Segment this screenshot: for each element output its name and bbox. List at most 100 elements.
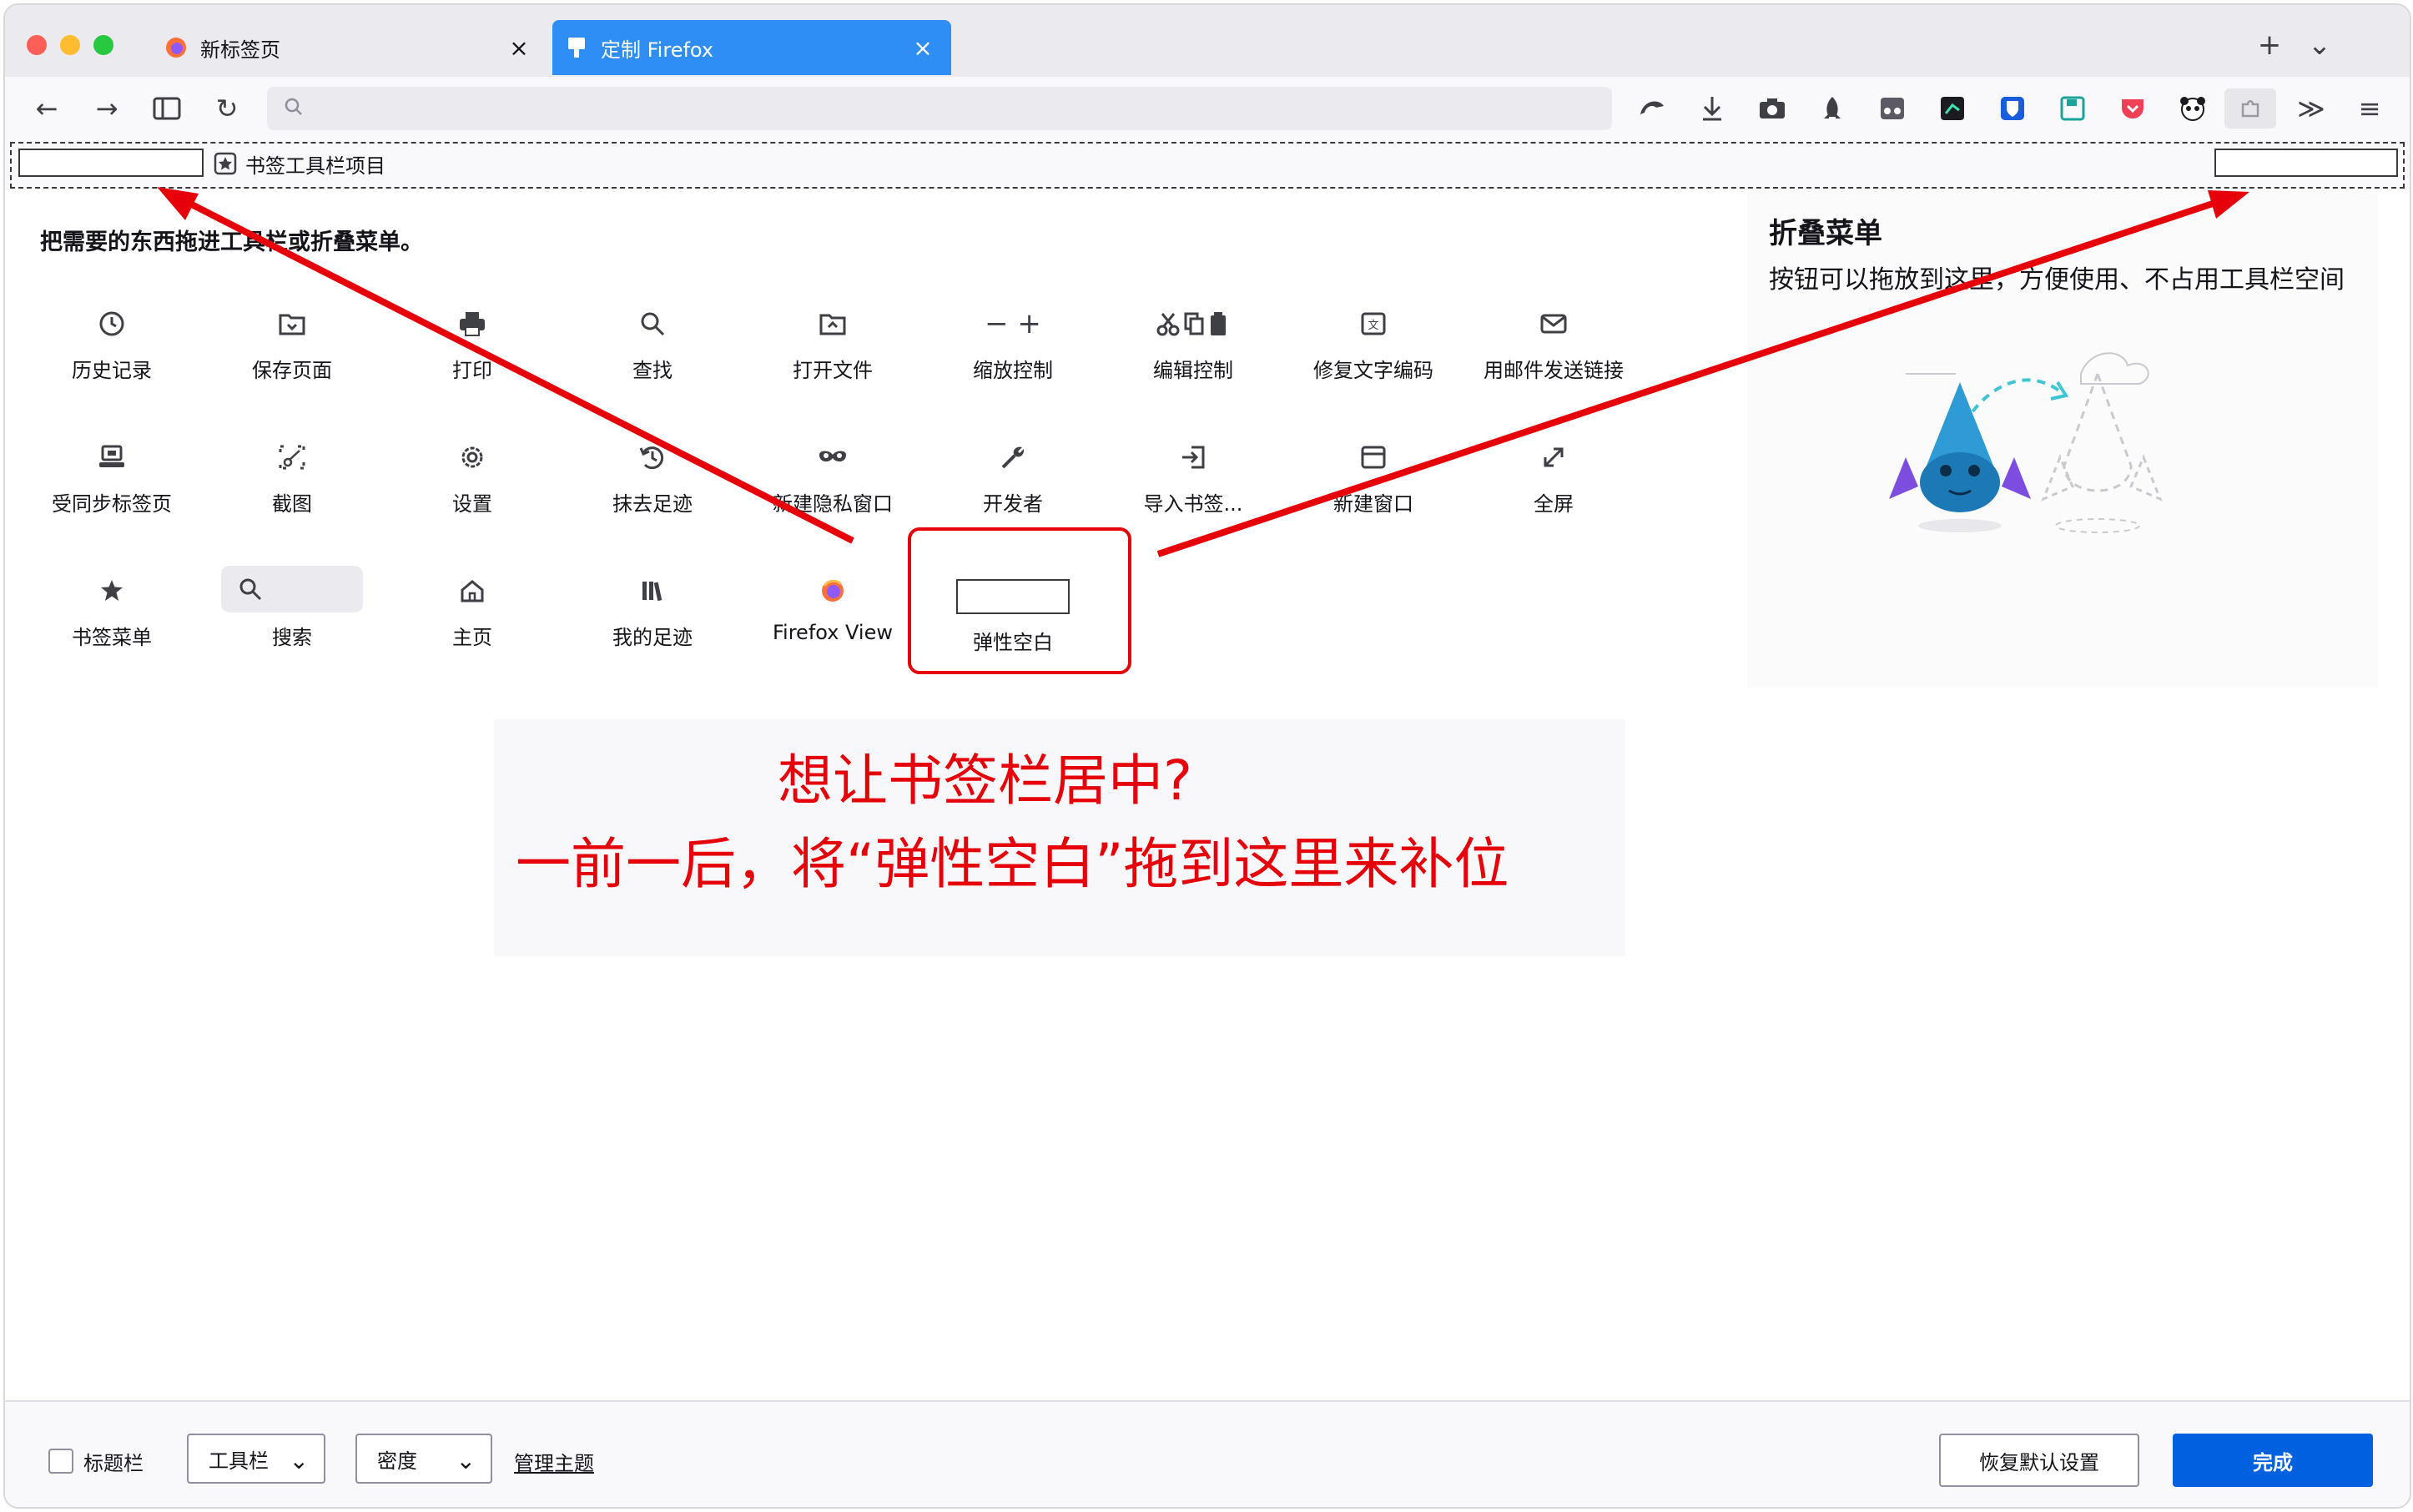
list-all-tabs-button[interactable]: ⌄ — [2303, 28, 2336, 62]
palette-item-label: 新建窗口 — [1333, 492, 1413, 516]
forward-button[interactable]: → — [87, 88, 127, 129]
palette-item-new-window[interactable]: 新建窗口 — [1290, 422, 1457, 522]
palette-item-label: 我的足迹 — [612, 626, 693, 649]
palette-item-print[interactable]: 打印 — [389, 289, 556, 389]
app-menu-button[interactable]: ≡ — [2350, 88, 2390, 129]
forget-icon — [632, 437, 673, 477]
bookmarks-menu-icon — [92, 571, 132, 611]
flexible-space-highlight — [908, 527, 1131, 674]
new-window-icon — [1353, 437, 1393, 477]
palette-item-history[interactable]: 历史记录 — [28, 289, 195, 389]
extension-green-icon[interactable] — [1932, 88, 1972, 129]
search-box — [221, 566, 363, 612]
chevron-down-icon: ⌄ — [289, 1447, 309, 1474]
palette-item-edit-controls[interactable]: 编辑控制 — [1110, 289, 1277, 389]
palette-item-label: 编辑控制 — [1153, 359, 1233, 382]
palette-item-fullscreen[interactable]: 全屏 — [1470, 422, 1637, 522]
bookmarks-toolbar: 书签工具栏项目 — [5, 140, 2410, 190]
download-icon[interactable] — [1692, 88, 1732, 129]
open-file-icon — [813, 304, 853, 344]
palette-item-private-window[interactable]: 新建隐私窗口 — [749, 422, 916, 522]
palette-item-text-encoding[interactable]: 文 修复文字编码 — [1290, 289, 1457, 389]
close-tab-button[interactable]: × — [906, 31, 940, 64]
panda-extension-icon[interactable] — [2173, 88, 2213, 129]
back-button[interactable]: ← — [27, 88, 67, 129]
palette-item-import-bookmarks[interactable]: 导入书签... — [1110, 422, 1277, 522]
toolbars-dropdown-label: 工具栏 — [209, 1449, 269, 1473]
palette-item-save-page[interactable]: 保存页面 — [209, 289, 375, 389]
extensions-puzzle-icon[interactable] — [2224, 88, 2276, 129]
print-icon — [452, 304, 492, 344]
browser-window: 新标签页 × 定制 Firefox × + ⌄ ← → ↻ ≫ ≡ 书签工具栏项… — [3, 3, 2411, 1509]
close-tab-button[interactable]: × — [502, 31, 536, 64]
palette-item-search[interactable]: 搜索 — [209, 556, 375, 656]
reload-button[interactable]: ↻ — [207, 88, 247, 129]
palette-item-label: Firefox View — [772, 621, 893, 644]
flexible-space-right[interactable] — [2214, 149, 2398, 177]
private-window-icon — [813, 437, 853, 477]
sidebar-button[interactable] — [147, 88, 187, 129]
palette-item-find[interactable]: 查找 — [569, 289, 736, 389]
screenshot-icon — [272, 437, 312, 477]
tab-customize-firefox[interactable]: 定制 Firefox × — [552, 20, 951, 75]
camera-icon[interactable] — [1752, 88, 1792, 129]
palette-item-label: 导入书签... — [1143, 492, 1243, 516]
palette-item-synced-tabs[interactable]: 受同步标签页 — [28, 422, 195, 522]
palette-item-firefox-view[interactable]: Firefox View — [749, 556, 916, 656]
flexible-space-left[interactable] — [18, 149, 204, 177]
zoom-window-button[interactable] — [93, 35, 113, 55]
zoom-controls-icon: − + — [985, 307, 1041, 340]
palette-item-library[interactable]: 我的足迹 — [569, 556, 736, 656]
bookmarks-toolbar-label: 书签工具栏项目 — [245, 154, 385, 178]
palette-item-bookmarks-menu[interactable]: 书签菜单 — [28, 556, 195, 656]
title-bar-label: 标题栏 — [83, 1452, 144, 1475]
customize-icon — [564, 35, 589, 60]
close-window-button[interactable] — [27, 35, 47, 55]
title-bar-checkbox[interactable] — [48, 1449, 73, 1474]
search-icon — [238, 577, 263, 602]
library-icon — [632, 571, 673, 611]
palette-item-developer[interactable]: 开发者 — [929, 422, 1096, 522]
overflow-chevron-icon[interactable]: ≫ — [2291, 88, 2331, 129]
palette-item-home[interactable]: 主页 — [389, 556, 556, 656]
manage-themes-link[interactable]: 管理主题 — [514, 1447, 594, 1476]
palette-item-label: 修复文字编码 — [1313, 359, 1433, 382]
annotation-box: 想让书签栏居中? 一前一后，将“弹性空白”拖到这里来补位 — [494, 719, 1625, 956]
palette-item-label: 查找 — [632, 359, 673, 382]
save-extension-icon[interactable] — [2053, 88, 2093, 129]
firefox-account-icon[interactable] — [1632, 88, 1672, 129]
palette-item-open-file[interactable]: 打开文件 — [749, 289, 916, 389]
palette-item-settings[interactable]: 设置 — [389, 422, 556, 522]
import-bookmarks-icon — [1173, 437, 1213, 477]
toolbars-dropdown[interactable]: 工具栏 ⌄ — [187, 1434, 325, 1484]
palette-item-screenshot[interactable]: 截图 — [209, 422, 375, 522]
fullscreen-icon — [1534, 437, 1574, 477]
density-dropdown[interactable]: 密度 ⌄ — [355, 1434, 492, 1484]
palette-item-label: 新建隐私窗口 — [773, 492, 893, 516]
palette-item-label: 历史记录 — [72, 359, 152, 382]
palette-item-forget[interactable]: 抹去足迹 — [569, 422, 736, 522]
synced-tabs-icon — [92, 437, 132, 477]
tab-new-tab[interactable]: 新标签页 × — [152, 20, 547, 75]
restore-defaults-button[interactable]: 恢复默认设置 — [1939, 1434, 2139, 1487]
palette-item-label: 全屏 — [1534, 492, 1574, 516]
search-icon — [284, 97, 307, 120]
edit-controls-icon — [1153, 304, 1233, 344]
rocket-icon[interactable] — [1812, 88, 1852, 129]
palette-item-zoom-controls[interactable]: − + 缩放控制 — [929, 289, 1096, 389]
minimize-window-button[interactable] — [60, 35, 80, 55]
reader-extension-icon[interactable] — [1872, 88, 1912, 129]
history-icon — [92, 304, 132, 344]
save-page-icon — [272, 304, 312, 344]
find-icon — [632, 304, 673, 344]
tab-title: 新标签页 — [200, 38, 280, 62]
pocket-icon[interactable] — [2113, 88, 2153, 129]
bookmarks-toolbar-items[interactable]: 书签工具栏项目 — [214, 147, 385, 180]
done-button[interactable]: 完成 — [2173, 1434, 2373, 1487]
annotation-line-1: 想让书签栏居中? — [778, 748, 1193, 813]
bitwarden-icon[interactable] — [1992, 88, 2033, 129]
palette-item-email-link[interactable]: 用邮件发送链接 — [1470, 289, 1637, 389]
palette-item-label: 受同步标签页 — [52, 492, 172, 516]
new-tab-button[interactable]: + — [2253, 28, 2286, 62]
url-bar[interactable] — [267, 87, 1612, 130]
